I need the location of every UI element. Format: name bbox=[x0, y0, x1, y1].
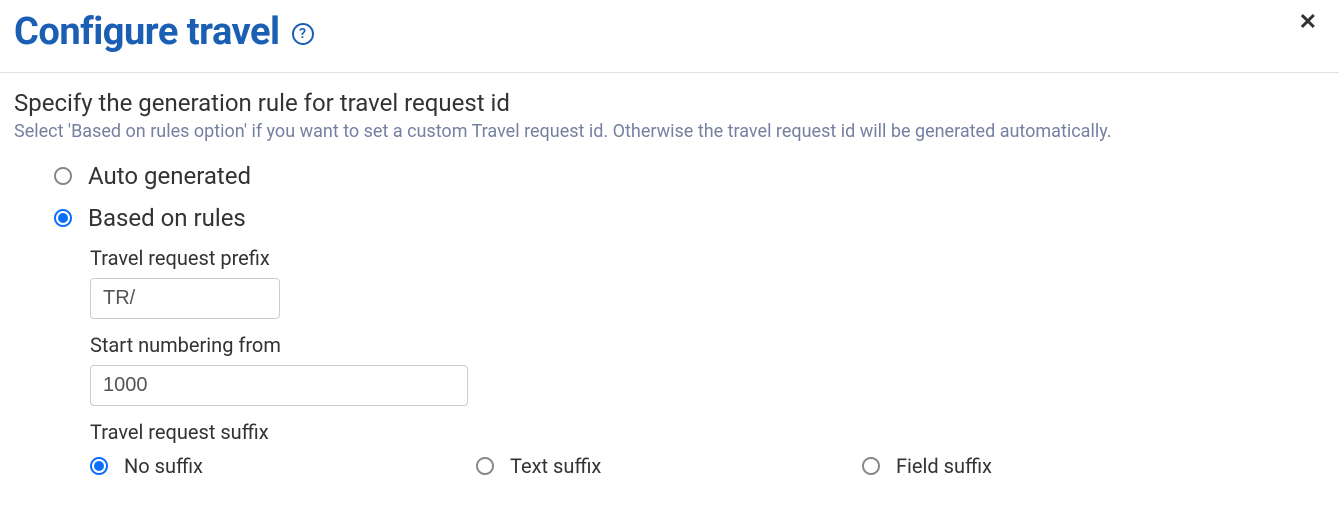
radio-text-suffix[interactable] bbox=[476, 457, 494, 475]
help-icon[interactable]: ? bbox=[292, 23, 314, 45]
dialog-content: Specify the generation rule for travel r… bbox=[0, 73, 1339, 508]
header-left: Configure travel ? bbox=[14, 10, 314, 54]
section-heading: Specify the generation rule for travel r… bbox=[14, 89, 1325, 117]
prefix-field-group: Travel request prefix bbox=[90, 246, 1325, 319]
start-number-label: Start numbering from bbox=[90, 333, 1325, 357]
suffix-options-row: No suffix Text suffix Field suffix bbox=[90, 454, 1325, 478]
start-number-field-group: Start numbering from bbox=[90, 333, 1325, 406]
prefix-input[interactable] bbox=[90, 278, 280, 319]
close-icon[interactable]: ✕ bbox=[1291, 6, 1325, 39]
suffix-label-text-suffix[interactable]: Text suffix bbox=[510, 454, 601, 478]
radio-label-based-on-rules[interactable]: Based on rules bbox=[88, 204, 246, 232]
dialog-header: Configure travel ? ✕ bbox=[0, 0, 1339, 73]
suffix-field-group: Travel request suffix No suffix Text suf… bbox=[90, 420, 1325, 478]
suffix-option-field-suffix: Field suffix bbox=[862, 454, 1248, 478]
suffix-label-field-suffix[interactable]: Field suffix bbox=[896, 454, 992, 478]
suffix-option-no-suffix: No suffix bbox=[90, 454, 476, 478]
suffix-option-text-suffix: Text suffix bbox=[476, 454, 862, 478]
rules-sub-form: Travel request prefix Start numbering fr… bbox=[14, 246, 1325, 478]
prefix-label: Travel request prefix bbox=[90, 246, 1325, 270]
radio-based-on-rules[interactable] bbox=[54, 209, 72, 227]
radio-option-based-on-rules: Based on rules bbox=[54, 204, 1325, 232]
suffix-label: Travel request suffix bbox=[90, 420, 1325, 444]
radio-label-auto-generated[interactable]: Auto generated bbox=[88, 162, 251, 190]
radio-no-suffix[interactable] bbox=[90, 457, 108, 475]
generation-rule-group: Auto generated Based on rules bbox=[14, 162, 1325, 232]
suffix-label-no-suffix[interactable]: No suffix bbox=[124, 454, 203, 478]
radio-auto-generated[interactable] bbox=[54, 167, 72, 185]
start-number-input[interactable] bbox=[90, 365, 468, 406]
page-title: Configure travel bbox=[14, 10, 280, 54]
radio-option-auto-generated: Auto generated bbox=[54, 162, 1325, 190]
radio-field-suffix[interactable] bbox=[862, 457, 880, 475]
section-subheading: Select 'Based on rules option' if you wa… bbox=[14, 121, 1325, 142]
